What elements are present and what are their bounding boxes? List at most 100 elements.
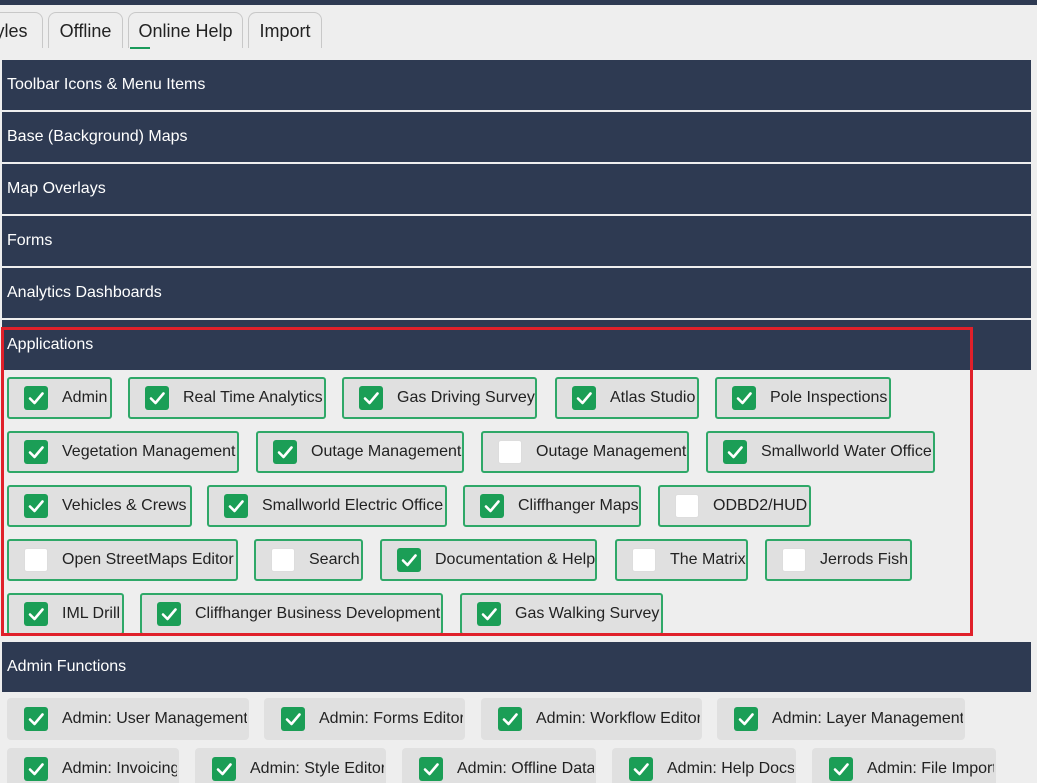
- checkbox-checked-icon[interactable]: [273, 440, 297, 464]
- application-chip[interactable]: Smallworld Water Office: [706, 431, 935, 473]
- application-label: Search: [309, 551, 360, 568]
- application-chip[interactable]: Real Time Analytics: [128, 377, 326, 419]
- checkbox-checked-icon[interactable]: [24, 386, 48, 410]
- checkbox-checked-icon[interactable]: [281, 707, 305, 731]
- checkbox-unchecked-icon[interactable]: [675, 494, 699, 518]
- tab-offline[interactable]: Offline: [48, 12, 123, 48]
- tab-label: Offline: [59, 21, 112, 41]
- application-chip[interactable]: Cliffhanger Maps: [463, 485, 641, 527]
- application-label: Documentation & Help: [435, 551, 596, 568]
- application-label: Gas Driving Survey: [397, 389, 535, 406]
- checkbox-checked-icon[interactable]: [498, 707, 522, 731]
- application-label: Gas Walking Survey: [515, 605, 660, 622]
- application-label: Pole Inspections: [770, 389, 888, 406]
- checkbox-unchecked-icon[interactable]: [24, 548, 48, 572]
- application-label: Vehicles & Crews: [62, 497, 187, 514]
- admin-function-chip[interactable]: Admin: Style Editor: [195, 748, 386, 783]
- tab-styles[interactable]: yles: [0, 12, 43, 48]
- applications-highlight-box: [1, 327, 973, 636]
- checkbox-checked-icon[interactable]: [419, 757, 443, 781]
- application-chip[interactable]: Jerrods Fish: [765, 539, 912, 581]
- admin-function-label: Admin: Workflow Editor: [536, 710, 702, 727]
- application-chip[interactable]: Admin: [7, 377, 112, 419]
- application-label: Real Time Analytics: [183, 389, 323, 406]
- checkbox-checked-icon[interactable]: [734, 707, 758, 731]
- section-analytics-dashboards[interactable]: Analytics Dashboards: [2, 268, 1031, 318]
- checkbox-checked-icon[interactable]: [24, 707, 48, 731]
- application-chip[interactable]: Gas Walking Survey: [460, 593, 663, 635]
- checkbox-checked-icon[interactable]: [24, 757, 48, 781]
- section-toolbar-icons[interactable]: Toolbar Icons & Menu Items: [2, 60, 1031, 110]
- application-chip[interactable]: Open StreetMaps Editor: [7, 539, 238, 581]
- checkbox-checked-icon[interactable]: [572, 386, 596, 410]
- admin-function-chip[interactable]: Admin: Forms Editor: [264, 698, 465, 740]
- checkbox-checked-icon[interactable]: [24, 494, 48, 518]
- checkbox-checked-icon[interactable]: [477, 602, 501, 626]
- top-bar: [0, 0, 1037, 5]
- checkbox-checked-icon[interactable]: [224, 494, 248, 518]
- checkbox-checked-icon[interactable]: [732, 386, 756, 410]
- section-applications[interactable]: Applications: [2, 320, 1031, 370]
- checkbox-checked-icon[interactable]: [157, 602, 181, 626]
- admin-function-label: Admin: Offline Data: [457, 760, 596, 777]
- application-chip[interactable]: ODBD2/HUD: [658, 485, 811, 527]
- admin-function-label: Admin: Layer Management: [772, 710, 965, 727]
- tab-label: Online Help: [138, 21, 233, 41]
- application-label: Admin: [62, 389, 108, 406]
- checkbox-unchecked-icon[interactable]: [271, 548, 295, 572]
- section-admin-functions[interactable]: Admin Functions: [2, 642, 1031, 692]
- admin-function-chip[interactable]: Admin: Invoicing: [7, 748, 179, 783]
- application-label: Open StreetMaps Editor: [62, 551, 234, 568]
- checkbox-unchecked-icon[interactable]: [498, 440, 522, 464]
- application-chip[interactable]: Atlas Studio: [555, 377, 699, 419]
- section-forms[interactable]: Forms: [2, 216, 1031, 266]
- application-label: The Matrix: [670, 551, 746, 568]
- checkbox-checked-icon[interactable]: [24, 602, 48, 626]
- checkbox-unchecked-icon[interactable]: [782, 548, 806, 572]
- application-label: Vegetation Management: [62, 443, 236, 460]
- application-chip[interactable]: Smallworld Electric Office: [207, 485, 447, 527]
- admin-function-chip[interactable]: Admin: Offline Data: [402, 748, 596, 783]
- tab-online-help[interactable]: Online Help: [128, 12, 243, 48]
- checkbox-checked-icon[interactable]: [480, 494, 504, 518]
- application-chip[interactable]: The Matrix: [615, 539, 748, 581]
- application-label: Outage Management: [311, 443, 462, 460]
- admin-function-label: Admin: Style Editor: [250, 760, 386, 777]
- admin-function-chip[interactable]: Admin: Help Docs: [612, 748, 796, 783]
- application-chip[interactable]: Gas Driving Survey: [342, 377, 537, 419]
- admin-function-label: Admin: File Import: [867, 760, 996, 777]
- checkbox-checked-icon[interactable]: [723, 440, 747, 464]
- admin-function-chip[interactable]: Admin: File Import: [812, 748, 996, 783]
- application-label: Smallworld Electric Office: [262, 497, 444, 514]
- application-label: Cliffhanger Business Development: [195, 605, 441, 622]
- checkbox-checked-icon[interactable]: [629, 757, 653, 781]
- section-map-overlays[interactable]: Map Overlays: [2, 164, 1031, 214]
- checkbox-checked-icon[interactable]: [145, 386, 169, 410]
- application-chip[interactable]: Pole Inspections: [715, 377, 891, 419]
- checkbox-checked-icon[interactable]: [829, 757, 853, 781]
- checkbox-checked-icon[interactable]: [397, 548, 421, 572]
- application-chip[interactable]: Cliffhanger Business Development: [140, 593, 443, 635]
- checkbox-unchecked-icon[interactable]: [632, 548, 656, 572]
- checkbox-checked-icon[interactable]: [359, 386, 383, 410]
- application-label: ODBD2/HUD: [713, 497, 808, 514]
- application-chip[interactable]: Outage Management: [481, 431, 689, 473]
- application-label: Cliffhanger Maps: [518, 497, 639, 514]
- admin-function-chip[interactable]: Admin: User Management: [7, 698, 249, 740]
- checkbox-checked-icon[interactable]: [24, 440, 48, 464]
- tab-import[interactable]: Import: [248, 12, 322, 48]
- section-base-maps[interactable]: Base (Background) Maps: [2, 112, 1031, 162]
- admin-function-chip[interactable]: Admin: Workflow Editor: [481, 698, 702, 740]
- application-chip[interactable]: Vegetation Management: [7, 431, 239, 473]
- admin-function-chip[interactable]: Admin: Layer Management: [717, 698, 965, 740]
- application-label: Smallworld Water Office: [761, 443, 932, 460]
- application-label: Jerrods Fish: [820, 551, 909, 568]
- application-chip[interactable]: IML Drill: [7, 593, 124, 635]
- application-chip[interactable]: Vehicles & Crews: [7, 485, 192, 527]
- application-chip[interactable]: Outage Management: [256, 431, 464, 473]
- checkbox-checked-icon[interactable]: [212, 757, 236, 781]
- application-chip[interactable]: Search: [254, 539, 363, 581]
- admin-function-label: Admin: Invoicing: [62, 760, 179, 777]
- application-chip[interactable]: Documentation & Help: [380, 539, 597, 581]
- application-label: Outage Management: [536, 443, 687, 460]
